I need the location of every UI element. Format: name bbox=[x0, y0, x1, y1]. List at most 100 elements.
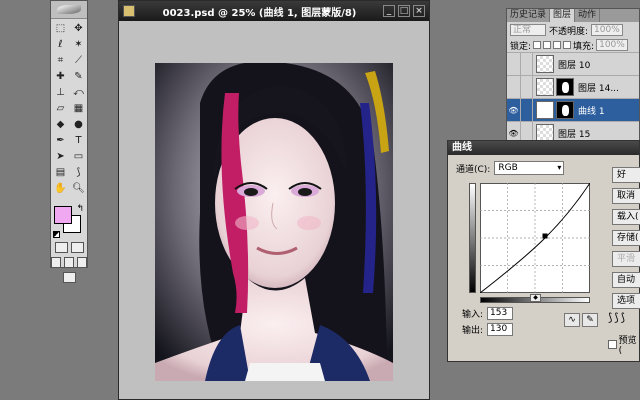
move-tool-icon[interactable]: ✥ bbox=[70, 21, 87, 36]
screen-mode-full-menu-button[interactable] bbox=[64, 257, 74, 268]
screen-mode-standard-button[interactable] bbox=[51, 257, 61, 268]
curves-dialog: 曲线 通道(C): RGB ◆ 输入: 153 输出: 130 ∿ ✎ 好 取消… bbox=[447, 140, 640, 362]
opacity-field[interactable]: 100% bbox=[591, 24, 623, 36]
fill-field[interactable]: 100% bbox=[596, 39, 628, 51]
layer-thumbnail bbox=[536, 55, 554, 73]
channel-select[interactable]: RGB bbox=[494, 161, 565, 175]
pen-tool-icon[interactable]: ✒ bbox=[52, 133, 69, 148]
curves-adjustment-icon bbox=[536, 101, 554, 119]
maximize-icon[interactable]: □ bbox=[398, 5, 410, 17]
gradient-toggle-icon[interactable]: ◆ bbox=[530, 294, 541, 302]
eraser-tool-icon[interactable]: ▱ bbox=[52, 101, 69, 116]
cancel-button[interactable]: 取消 bbox=[612, 188, 640, 204]
opacity-label: 不透明度: bbox=[549, 26, 589, 37]
lock-transparency-checkbox[interactable] bbox=[533, 41, 542, 49]
link-cell bbox=[521, 75, 533, 99]
auto-button[interactable]: 自动 bbox=[612, 272, 640, 288]
preview-checkbox[interactable] bbox=[608, 340, 617, 349]
input-field[interactable]: 153 bbox=[487, 307, 514, 320]
lasso-tool-icon[interactable]: ℓ bbox=[52, 37, 69, 52]
zoom-tool-icon[interactable]: 🔍︎ bbox=[70, 181, 87, 196]
output-gradient-bar bbox=[469, 183, 476, 293]
lock-pixels-checkbox[interactable] bbox=[543, 41, 552, 49]
jump-to-imageready-button[interactable] bbox=[62, 272, 76, 283]
eyedropper-tool-icon[interactable]: ⟆ bbox=[70, 165, 87, 180]
layer-name: 图层 15 bbox=[558, 129, 591, 140]
tab-history[interactable]: 历史记录 bbox=[507, 9, 551, 22]
brush-tool-icon[interactable]: ✎ bbox=[70, 69, 87, 84]
path-select-tool-icon[interactable]: ➤ bbox=[52, 149, 69, 164]
layer-mask-thumbnail[interactable] bbox=[556, 101, 574, 119]
close-icon[interactable]: × bbox=[413, 5, 425, 17]
tab-layers[interactable]: 图层 bbox=[550, 9, 576, 22]
portrait-photo[interactable] bbox=[155, 63, 393, 381]
output-label: 输出: bbox=[462, 326, 484, 336]
history-brush-tool-icon[interactable]: ⤺ bbox=[70, 85, 87, 100]
healing-tool-icon[interactable]: ✚ bbox=[52, 69, 69, 84]
document-titlebar[interactable]: 0023.psd @ 25% (曲线 1, 图层蒙版/8) _ □ × bbox=[119, 1, 429, 21]
lock-all-checkbox[interactable] bbox=[563, 41, 572, 49]
screen-mode-full-button[interactable] bbox=[77, 257, 87, 268]
output-field[interactable]: 130 bbox=[487, 323, 514, 336]
lock-position-checkbox[interactable] bbox=[553, 41, 562, 49]
blend-mode-select[interactable]: 正常 bbox=[510, 24, 546, 36]
canvas-area[interactable] bbox=[119, 21, 429, 399]
eye-icon[interactable]: 👁︎ bbox=[507, 98, 521, 122]
foreground-color-swatch[interactable] bbox=[54, 206, 72, 224]
swap-colors-icon[interactable]: ↰ bbox=[76, 204, 84, 214]
curve-point-tool-icon[interactable]: ∿ bbox=[564, 313, 580, 327]
tab-actions[interactable]: 动作 bbox=[575, 9, 601, 22]
shape-tool-icon[interactable]: ▭ bbox=[70, 149, 87, 164]
layer-name: 图层 10 bbox=[558, 60, 591, 71]
save-button[interactable]: 存储( bbox=[612, 230, 640, 246]
gray-eyedropper-icon[interactable]: ⟆ bbox=[614, 311, 618, 324]
notes-tool-icon[interactable]: ▤ bbox=[52, 165, 69, 180]
visibility-toggle[interactable] bbox=[507, 52, 521, 76]
portrait-illustration bbox=[155, 63, 393, 381]
magic-wand-tool-icon[interactable]: ✶ bbox=[70, 37, 87, 52]
layer-row-selected[interactable]: 👁︎ 曲线 1 bbox=[507, 98, 639, 122]
marquee-tool-icon[interactable]: ⬚ bbox=[52, 21, 69, 36]
gradient-tool-icon[interactable]: ▦ bbox=[70, 101, 87, 116]
smooth-button[interactable]: 平滑 bbox=[612, 251, 640, 267]
photoshop-doc-icon bbox=[123, 5, 135, 17]
load-button[interactable]: 载入( bbox=[612, 209, 640, 225]
jump-row bbox=[51, 272, 87, 283]
white-eyedropper-icon[interactable]: ⟆ bbox=[621, 311, 625, 324]
layer-row[interactable]: 图层 10 bbox=[507, 52, 639, 76]
curve-graph[interactable] bbox=[480, 183, 590, 293]
fill-label: 填充: bbox=[573, 41, 595, 52]
options-button[interactable]: 选项 bbox=[612, 293, 640, 309]
channel-label: 通道(C): bbox=[456, 164, 491, 175]
minimize-icon[interactable]: _ bbox=[383, 5, 395, 17]
blur-tool-icon[interactable]: ◆ bbox=[52, 117, 69, 132]
channel-row: 通道(C): RGB bbox=[456, 161, 565, 175]
visibility-toggle[interactable] bbox=[507, 75, 521, 99]
layer-row[interactable]: 图层 14... bbox=[507, 75, 639, 99]
link-cell bbox=[521, 52, 533, 76]
link-cell bbox=[521, 98, 533, 122]
pencil-tool-icon[interactable]: ✎ bbox=[582, 313, 598, 327]
layer-thumbnail bbox=[536, 78, 554, 96]
default-colors-icon[interactable] bbox=[53, 231, 60, 238]
blend-row: 正常 不透明度: 100% bbox=[507, 22, 639, 38]
standard-mode-button[interactable] bbox=[54, 242, 68, 253]
color-swatches: ↰ bbox=[51, 204, 87, 238]
quick-mask-mode-button[interactable] bbox=[70, 242, 84, 253]
layer-mask-thumbnail[interactable] bbox=[556, 78, 574, 96]
toolbox-header[interactable] bbox=[51, 1, 87, 19]
hand-tool-icon[interactable]: ✋ bbox=[52, 181, 69, 196]
slice-tool-icon[interactable]: ⟋ bbox=[70, 53, 87, 68]
type-tool-icon[interactable]: T bbox=[70, 133, 87, 148]
curve-point[interactable] bbox=[542, 233, 548, 239]
black-eyedropper-icon[interactable]: ⟆ bbox=[608, 311, 612, 324]
ok-button[interactable]: 好 bbox=[612, 167, 640, 183]
input-row: 输入: 153 bbox=[462, 307, 514, 320]
dialog-title[interactable]: 曲线 bbox=[448, 141, 639, 155]
dialog-buttons: 好 取消 载入( 存储( 平滑 自动 选项 bbox=[612, 167, 640, 314]
crop-tool-icon[interactable]: ⌗ bbox=[52, 53, 69, 68]
dodge-tool-icon[interactable]: ● bbox=[70, 117, 87, 132]
screen-mode-row bbox=[51, 257, 87, 268]
stamp-tool-icon[interactable]: ⊥ bbox=[52, 85, 69, 100]
layer-name: 图层 14... bbox=[578, 83, 619, 94]
